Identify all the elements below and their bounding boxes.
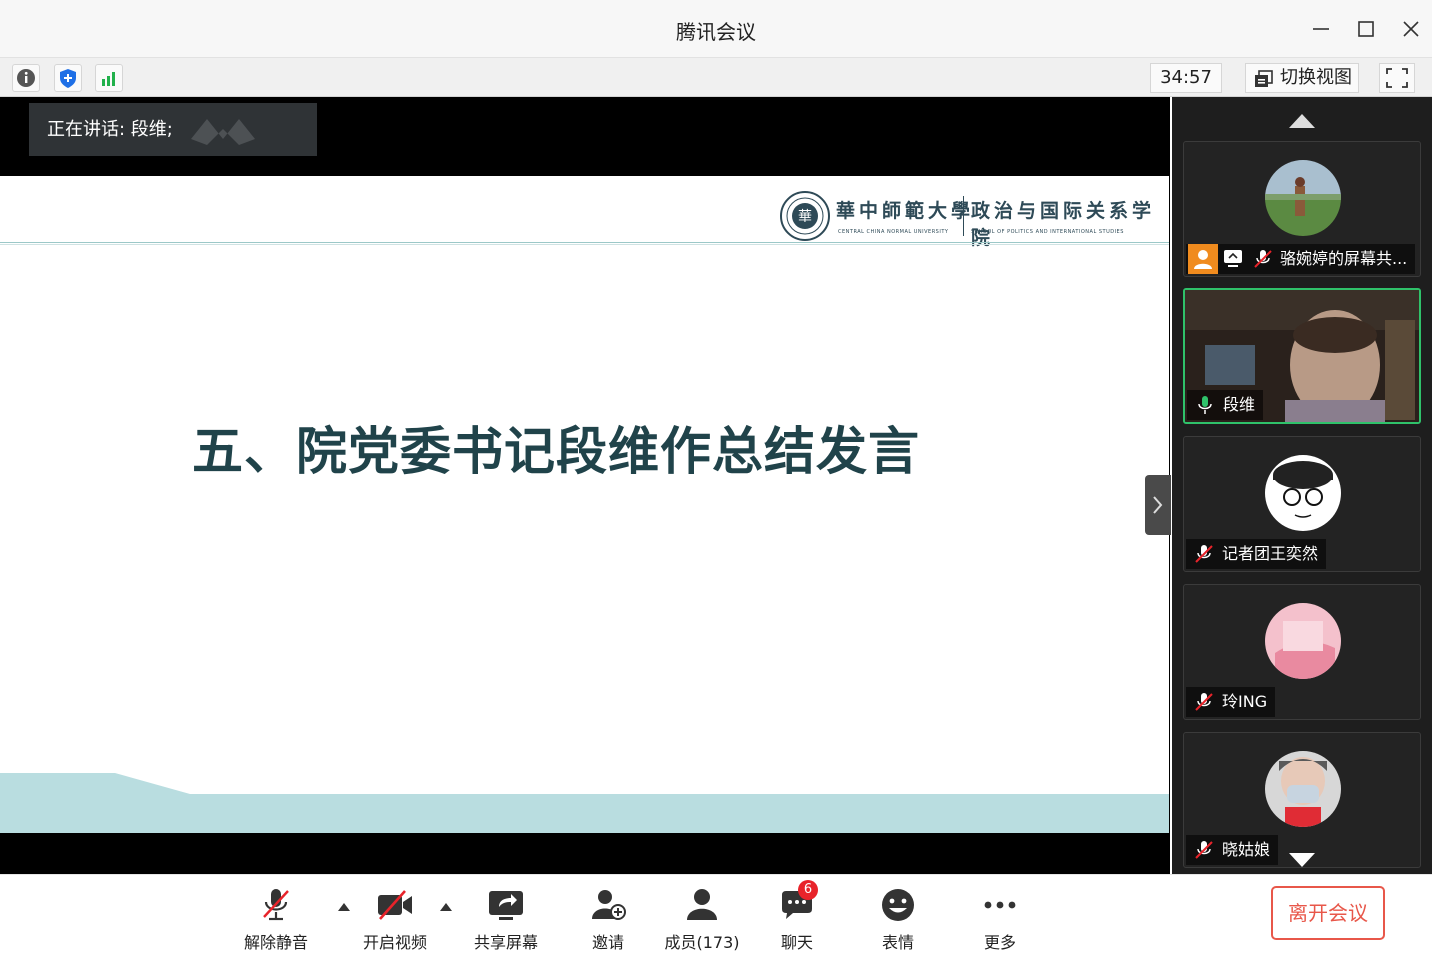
members-label: 成员(173) [664,933,740,952]
invite-button[interactable]: 邀请 [563,885,653,952]
participant-name: 骆婉婷的屏幕共... [1280,249,1408,268]
meeting-control-bar: 解除静音 开启视频 共享屏幕 邀请 成员(173) 聊天 表情 更多 [0,874,1432,952]
participant-nametag: 记者团王奕然 [1186,539,1327,569]
mic-muted-icon [1195,841,1213,859]
fullscreen-icon [1386,68,1408,88]
university-name-cn: 華中師範大學 [836,200,975,222]
participant-tile-active[interactable]: 段维 [1183,288,1421,424]
chat-button[interactable]: 聊天 [752,885,842,952]
participant-nametag: 骆婉婷的屏幕共... [1186,244,1416,274]
participant-tile[interactable]: 骆婉婷的屏幕共... [1183,141,1421,277]
share-screen-icon [489,891,523,920]
collapse-sidebar-button[interactable] [1145,475,1171,535]
title-bar: 腾讯会议 [0,0,1432,58]
slide-footer-wave [0,773,1169,833]
participant-nametag: 玲ING [1186,687,1276,717]
reactions-label: 表情 [881,933,914,952]
leave-meeting-button[interactable]: 离开会议 [1271,886,1385,940]
chevron-right-icon [1153,496,1163,514]
emoji-icon [882,889,914,921]
participant-name: 玲ING [1222,692,1268,711]
switch-view-icon [1255,70,1273,87]
participant-nametag: 晓姑娘 [1186,835,1279,865]
start-video-label: 开启视频 [362,933,427,952]
slide-header-line [0,242,1169,245]
participant-nametag: 段维 [1187,390,1264,420]
fullscreen-button[interactable] [1379,63,1415,93]
maximize-button[interactable] [1351,14,1381,44]
avatar [1265,603,1341,679]
mic-active-icon [1198,396,1212,414]
school-name-en: SCHOOL OF POLITICS AND INTERNATIONAL STU… [971,229,1124,235]
presentation-slide: 華 華中師範大學 CENTRAL CHINA NORMAL UNIVERSITY… [0,176,1169,833]
avatar [1265,455,1341,531]
host-icon [1188,244,1218,274]
avatar [1265,751,1341,827]
speaking-indicator: 正在讲话: 段维; [29,103,317,156]
switch-view-label: 切换视图 [1280,67,1352,88]
mic-muted-icon [1195,693,1213,711]
speaker-blurred-graphic [191,119,255,145]
shared-screen-area: 正在讲话: 段维; 華 華中師範大學 CENTRAL CHINA NORMAL … [0,97,1171,874]
reactions-button[interactable]: 表情 [853,885,943,952]
svg-text:華: 華 [798,209,812,225]
share-screen-label: 共享屏幕 [473,933,538,952]
switch-view-button[interactable]: 切换视图 [1245,63,1359,93]
video-options-caret[interactable] [440,903,452,911]
avatar [1265,160,1341,236]
participant-name: 段维 [1223,395,1256,414]
participant-name: 记者团王奕然 [1222,544,1319,563]
meeting-toolbar: 34:57 切换视图 [0,58,1432,97]
participant-tile[interactable]: 玲ING [1183,584,1421,720]
university-name-en: CENTRAL CHINA NORMAL UNIVERSITY [838,229,949,235]
chat-unread-badge: 6 [798,880,818,900]
mic-muted-icon [263,889,289,921]
minimize-button[interactable] [1306,14,1336,44]
members-icon [687,889,717,920]
logo-divider [963,196,964,236]
invite-user-icon [592,890,626,920]
audio-options-caret[interactable] [338,903,350,911]
more-label: 更多 [983,933,1016,952]
more-dots-icon [984,901,1016,909]
more-button[interactable]: 更多 [955,885,1045,952]
slide-title: 五、院党委书记段维作总结发言 [192,423,921,482]
members-button[interactable]: 成员(173) [657,885,747,952]
university-logo: 華 [780,191,830,241]
screen-share-icon [1224,250,1242,267]
speaking-label: 正在讲话: 段维; [47,119,173,140]
scroll-up-button[interactable] [1287,112,1317,130]
meeting-timer: 34:57 [1150,63,1222,93]
start-video-button[interactable]: 开启视频 [350,885,440,952]
window-title: 腾讯会议 [676,20,756,44]
network-signal-icon[interactable] [95,64,123,92]
unmute-button[interactable]: 解除静音 [231,885,321,952]
unmute-label: 解除静音 [243,933,308,952]
mic-muted-icon [1254,250,1272,268]
participant-name: 晓姑娘 [1222,840,1271,859]
info-icon[interactable] [12,64,40,92]
participant-tile[interactable]: 记者团王奕然 [1183,436,1421,572]
close-button[interactable] [1396,14,1426,44]
video-off-icon [378,890,412,920]
mic-muted-icon [1195,545,1213,563]
invite-label: 邀请 [591,933,624,952]
participant-video-list: 骆婉婷的屏幕共... 段维 记者团王奕然 玲ING 晓姑娘 [1172,97,1432,874]
chat-label: 聊天 [780,933,813,952]
scroll-down-button[interactable] [1287,851,1317,869]
security-shield-icon[interactable] [54,64,82,92]
share-screen-button[interactable]: 共享屏幕 [461,885,551,952]
participant-tile[interactable]: 晓姑娘 [1183,732,1421,868]
